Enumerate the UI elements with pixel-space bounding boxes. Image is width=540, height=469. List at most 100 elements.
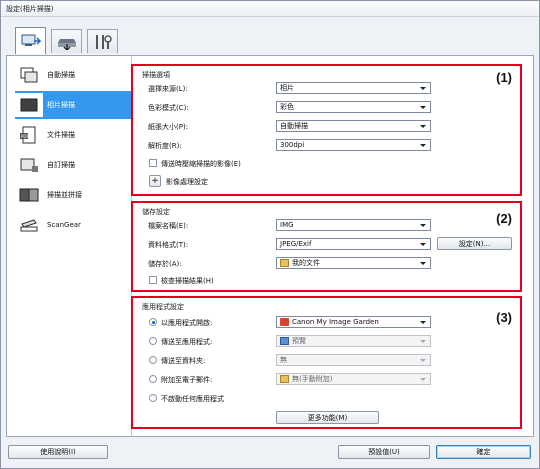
image-processing-label: 影像處理設定 xyxy=(166,178,208,186)
chevron-down-icon xyxy=(420,340,426,343)
chevron-down-icon xyxy=(420,359,426,362)
attach-to-email-select[interactable]: 無(手動附加) xyxy=(276,373,431,385)
save-in-label: 儲存於(A): xyxy=(148,260,182,268)
callout-number: (2) xyxy=(496,211,512,226)
file-name-label: 檔案名稱(E): xyxy=(148,222,189,230)
sidebar-item-label: 自動掃描 xyxy=(47,71,75,79)
folder-icon xyxy=(280,375,289,383)
chevron-down-icon xyxy=(420,106,426,109)
scangear-icon xyxy=(15,213,43,237)
settings-panel: 自動掃描 相片掃描 PDF 文件掃描 自訂掃描 掃描並拼接 ScanGear 掃… xyxy=(6,55,534,437)
select-value: Canon My Image Garden xyxy=(292,318,379,326)
custom-scan-icon xyxy=(15,153,43,177)
send-to-app-select[interactable]: 預覽 xyxy=(276,335,431,347)
document-scan-icon: PDF xyxy=(15,123,43,147)
sidebar-item-auto-scan[interactable]: 自動掃描 xyxy=(15,61,131,89)
file-name-select[interactable]: IMG xyxy=(276,219,431,231)
source-select[interactable]: 相片 xyxy=(276,82,431,94)
ok-button[interactable]: 確定 xyxy=(436,445,531,459)
save-settings-group: 儲存設定 (2) 檔案名稱(E): IMG 資料格式(T): JPEG/Exif… xyxy=(131,201,522,292)
expand-image-processing-button[interactable]: + xyxy=(149,175,161,187)
svg-text:PDF: PDF xyxy=(21,134,29,139)
sidebar-item-scangear[interactable]: ScanGear xyxy=(15,211,131,239)
settings-window: 設定(相片掃描) 自動掃描 相片掃描 PDF 文件掃描 自訂掃描 掃描並拼接 S… xyxy=(0,0,540,469)
sidebar-item-scan-and-stitch[interactable]: 掃描並拼接 xyxy=(15,181,131,209)
check-result-checkbox[interactable] xyxy=(149,276,157,284)
chevron-down-icon xyxy=(420,243,426,246)
general-settings-icon xyxy=(95,34,112,49)
chevron-down-icon xyxy=(420,224,426,227)
photo-scan-icon xyxy=(15,93,43,117)
open-with-app-select[interactable]: Canon My Image Garden xyxy=(276,316,431,328)
compress-checkbox[interactable] xyxy=(149,159,157,167)
chevron-down-icon xyxy=(420,144,426,147)
select-value: 我的文件 xyxy=(292,259,320,267)
scan-from-operation-panel-icon xyxy=(57,38,76,50)
tab-scan-from-operation-panel[interactable] xyxy=(51,29,82,53)
paper-size-label: 紙張大小(P): xyxy=(148,123,189,131)
paper-size-select[interactable]: 自動掃描 xyxy=(276,120,431,132)
send-to-folder-label: 傳送至資料夾: xyxy=(161,357,206,365)
callout-number: (1) xyxy=(496,70,512,85)
open-with-app-label: 以應用程式開啟: xyxy=(161,319,213,327)
source-label: 選擇來源(L): xyxy=(148,85,188,93)
data-format-label: 資料格式(T): xyxy=(148,241,189,249)
group-title: 儲存設定 xyxy=(142,208,170,216)
chevron-down-icon xyxy=(420,262,426,265)
tab-strip xyxy=(1,17,539,57)
chevron-down-icon xyxy=(420,125,426,128)
select-value: 相片 xyxy=(280,84,294,92)
send-to-app-label: 傳送至應用程式: xyxy=(161,338,213,346)
send-to-app-radio[interactable] xyxy=(149,337,157,345)
open-with-app-radio[interactable] xyxy=(149,318,157,326)
window-title: 設定(相片掃描) xyxy=(6,5,54,13)
folder-icon xyxy=(280,259,289,267)
tab-scan-from-computer[interactable] xyxy=(15,27,46,54)
save-in-select[interactable]: 我的文件 xyxy=(276,257,431,269)
attach-to-email-label: 附加至電子郵件: xyxy=(161,376,213,384)
sidebar-item-label: 自訂掃描 xyxy=(47,161,75,169)
color-mode-label: 色彩模式(C): xyxy=(148,104,189,112)
select-value: 自動掃描 xyxy=(280,122,308,130)
sidebar-item-document-scan[interactable]: PDF 文件掃描 xyxy=(15,121,131,149)
auto-scan-icon xyxy=(15,63,43,87)
group-title: 掃描選項 xyxy=(142,71,170,79)
select-value: 無(手動附加) xyxy=(292,375,333,383)
preview-app-icon xyxy=(280,337,289,345)
scan-from-computer-icon xyxy=(21,34,41,46)
no-app-radio[interactable] xyxy=(149,394,157,402)
help-button[interactable]: 使用說明(I) xyxy=(8,445,108,459)
attach-to-email-radio[interactable] xyxy=(149,375,157,383)
defaults-button[interactable]: 預設值(U) xyxy=(338,445,430,459)
sidebar-item-label: 掃描並拼接 xyxy=(47,191,82,199)
select-value: 300dpi xyxy=(280,141,305,149)
resolution-select[interactable]: 300dpi xyxy=(276,139,431,151)
callout-number: (3) xyxy=(496,310,512,325)
title-bar: 設定(相片掃描) xyxy=(1,1,539,17)
check-result-label: 檢查掃描結果(H) xyxy=(161,277,214,285)
select-value: 預覽 xyxy=(292,337,306,345)
sidebar-item-label: ScanGear xyxy=(47,221,81,229)
data-format-select[interactable]: JPEG/Exif xyxy=(276,238,431,250)
my-image-garden-icon xyxy=(280,318,289,326)
sidebar: 自動掃描 相片掃描 PDF 文件掃描 自訂掃描 掃描並拼接 ScanGear xyxy=(7,56,132,436)
select-value: 彩色 xyxy=(280,103,294,111)
chevron-down-icon xyxy=(420,378,426,381)
select-value: IMG xyxy=(280,221,294,229)
send-to-folder-radio[interactable] xyxy=(149,356,157,364)
select-value: 無 xyxy=(280,356,287,364)
group-title: 應用程式設定 xyxy=(142,303,184,311)
more-functions-button[interactable]: 更多功能(M) xyxy=(276,411,379,424)
scan-options-group: 掃描選項 (1) 選擇來源(L): 相片 色彩模式(C): 彩色 紙張大小(P)… xyxy=(131,64,522,196)
tab-general-settings[interactable] xyxy=(87,29,118,53)
sidebar-item-custom-scan[interactable]: 自訂掃描 xyxy=(15,151,131,179)
format-settings-button[interactable]: 設定(N)... xyxy=(437,237,512,250)
color-mode-select[interactable]: 彩色 xyxy=(276,101,431,113)
sidebar-item-photo-scan[interactable]: 相片掃描 xyxy=(15,91,131,119)
select-value: JPEG/Exif xyxy=(280,240,312,248)
send-to-folder-select[interactable]: 無 xyxy=(276,354,431,366)
resolution-label: 解析度(R): xyxy=(148,142,182,150)
no-app-label: 不啟動任何應用程式 xyxy=(161,395,224,403)
scan-and-stitch-icon xyxy=(15,183,43,207)
chevron-down-icon xyxy=(420,87,426,90)
